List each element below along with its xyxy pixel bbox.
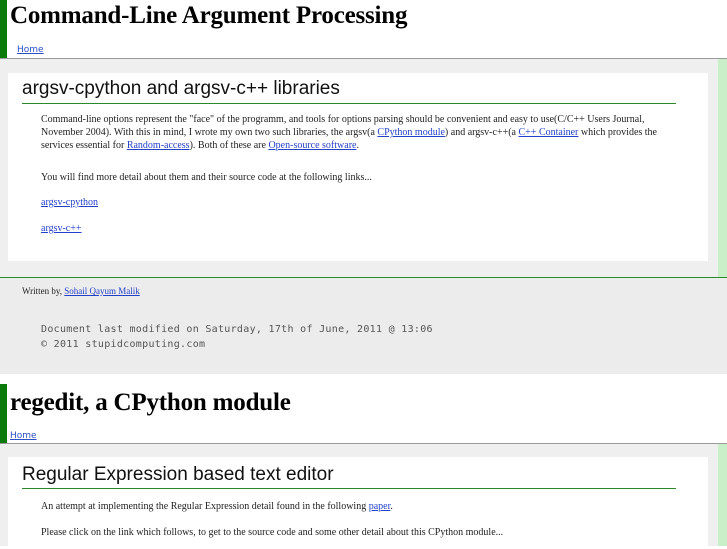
para1-text-d: ). Both of these are [189, 140, 269, 151]
section1-title: Command-Line Argument Processing [10, 2, 408, 29]
link-argsv-cpython[interactable]: argsv-cpython [41, 197, 98, 208]
written-by: Written by, Sohail Qayum Malik [22, 286, 140, 296]
para1-text-b: ) and argsv-c++(a [444, 127, 519, 138]
author-link[interactable]: Sohail Qayum Malik [64, 286, 140, 296]
section1-home-link[interactable]: Home [17, 45, 44, 55]
section2-article: Regular Expression based text editor An … [8, 457, 708, 549]
section2-home-accent [0, 430, 7, 444]
section1-accent-bar [0, 0, 7, 44]
s2-para1-text-a: An attempt at implementing the Regular E… [41, 501, 369, 512]
section2-header: regedit, a CPython module [0, 384, 727, 430]
section1-paragraph-1: Command-line options represent the "face… [41, 113, 671, 152]
section1-footer: Written by, Sohail Qayum Malik Document … [0, 278, 727, 374]
s2-para1-text-b: . [390, 501, 393, 512]
link-random-access[interactable]: Random-access [127, 140, 190, 151]
section2-paragraph-1: An attempt at implementing the Regular E… [41, 500, 681, 513]
section2-home-row: Home [0, 430, 727, 444]
section1-home-accent [0, 44, 7, 58]
section1-heading-rule [22, 103, 676, 104]
section2-title: regedit, a CPython module [10, 389, 291, 416]
section2-heading-rule [22, 488, 676, 489]
section1-right-stripe [718, 59, 727, 277]
section2-paragraph-2: Please click on the link which follows, … [41, 527, 504, 538]
last-modified-text: Document last modified on Saturday, 17th… [41, 324, 433, 335]
section1-content-panel: argsv-cpython and argsv-c++ libraries Co… [0, 58, 727, 277]
section2-home-link[interactable]: Home [10, 431, 37, 441]
para1-text-e: . [356, 140, 359, 151]
link-cpython-module[interactable]: CPython module [377, 127, 445, 138]
section2-accent-bar [0, 384, 7, 430]
link-open-source[interactable]: Open-source software [268, 140, 356, 151]
section1-home-row: Home [0, 44, 727, 58]
section1-article: argsv-cpython and argsv-c++ libraries Co… [8, 73, 708, 261]
written-by-label: Written by, [22, 286, 65, 296]
section2-content-panel: Regular Expression based text editor An … [0, 443, 727, 549]
link-paper[interactable]: paper [369, 501, 391, 512]
section1-paragraph-2: You will find more detail about them and… [41, 172, 372, 183]
section2-right-stripe [718, 444, 727, 546]
copyright-text: © 2011 stupidcomputing.com [41, 339, 206, 350]
section2-heading: Regular Expression based text editor [22, 464, 334, 485]
section1-heading: argsv-cpython and argsv-c++ libraries [22, 78, 340, 99]
section1-header: Command-Line Argument Processing [0, 0, 727, 44]
link-cpp-container[interactable]: C++ Container [519, 127, 579, 138]
link-argsv-cpp[interactable]: argsv-c++ [41, 223, 82, 234]
